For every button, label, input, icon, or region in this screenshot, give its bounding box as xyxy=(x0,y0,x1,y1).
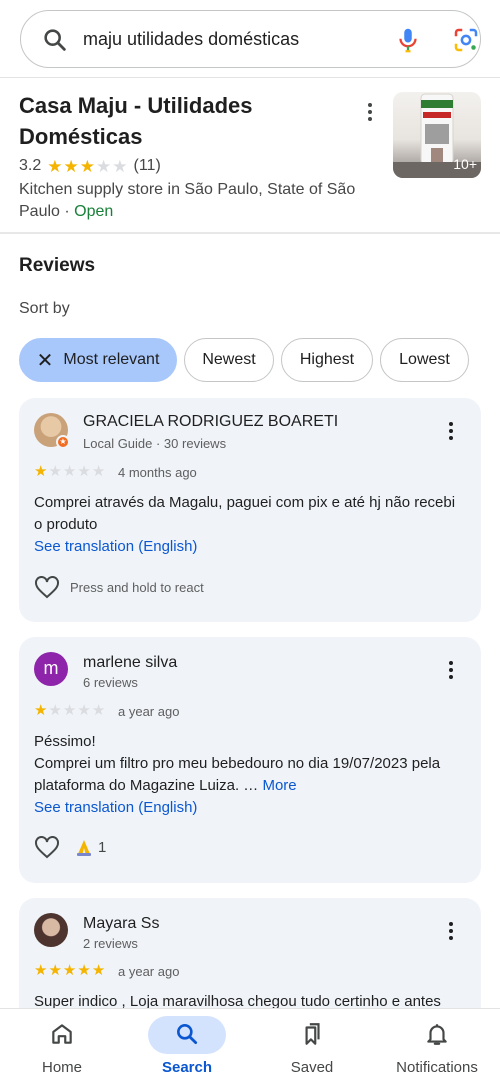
star-filled-icon: ★ xyxy=(79,156,95,176)
chip-label: Highest xyxy=(299,351,355,368)
star-empty-icon: ★ xyxy=(77,702,91,719)
review-text: Comprei através da Magalu, paguei com pi… xyxy=(34,492,469,558)
more-options-icon[interactable] xyxy=(360,100,380,124)
business-photo[interactable]: 10+ xyxy=(393,92,481,178)
chip-label: Lowest xyxy=(399,351,450,368)
reviewer-subtitle: 2 reviews xyxy=(83,936,138,951)
search-input[interactable]: maju utilidades domésticas xyxy=(83,29,299,50)
review-line: o produto xyxy=(34,516,98,533)
bookmarks-icon xyxy=(305,1023,320,1045)
chip-highest[interactable]: Highest xyxy=(281,338,373,382)
star-filled-icon: ★ xyxy=(34,962,48,979)
nav-label: Saved xyxy=(290,1059,334,1076)
more-options-icon[interactable] xyxy=(443,658,459,682)
review-line: plataforma do Magazine Luiza. … xyxy=(34,777,263,794)
star-filled-icon: ★ xyxy=(91,962,106,979)
review-line: Péssimo! xyxy=(34,733,96,750)
star-empty-icon: ★ xyxy=(91,702,106,719)
business-name: Casa Maju - Utilidades Domésticas xyxy=(19,93,253,149)
star-filled-icon: ★ xyxy=(62,962,77,979)
search-icon xyxy=(177,1024,198,1045)
star-filled-icon: ★ xyxy=(77,962,91,979)
bell-icon xyxy=(427,1024,447,1045)
review-time: a year ago xyxy=(118,704,180,719)
avatar[interactable]: m xyxy=(34,652,68,686)
reviews-heading: Reviews xyxy=(19,255,96,276)
star-empty-icon: ★ xyxy=(112,156,128,176)
reaction-count: 1 xyxy=(98,839,107,856)
star-empty-icon: ★ xyxy=(62,702,77,719)
folded-hands-icon[interactable] xyxy=(74,838,94,858)
nav-search[interactable]: Search xyxy=(137,1009,237,1078)
star-empty-icon: ★ xyxy=(62,463,77,480)
react-hint: Press and hold to react xyxy=(70,580,204,595)
rating-row[interactable]: 3.2 ★ ★ ★ ★ ★ (11) xyxy=(19,157,161,175)
star-empty-icon: ★ xyxy=(48,463,62,480)
nav-saved[interactable]: Saved xyxy=(262,1009,362,1078)
chip-label: Newest xyxy=(202,351,256,368)
photo-count: 10+ xyxy=(453,156,477,172)
reviewer-subtitle: Local Guide · 30 reviews xyxy=(83,436,227,451)
google-lens-icon[interactable] xyxy=(451,25,481,55)
chip-most-relevant[interactable]: ✕ Most relevant xyxy=(19,338,177,382)
star-empty-icon: ★ xyxy=(91,463,106,480)
more-options-icon[interactable] xyxy=(443,419,459,443)
reviewer-name[interactable]: Mayara Ss xyxy=(83,915,159,933)
microphone-icon[interactable] xyxy=(393,25,423,55)
star-filled-icon: ★ xyxy=(34,463,48,480)
see-translation-link[interactable]: See translation (English) xyxy=(34,536,469,558)
nav-label: Notifications xyxy=(396,1059,478,1076)
review-line: Comprei um filtro pro meu bebedouro no d… xyxy=(34,755,441,772)
nav-label: Search xyxy=(161,1059,213,1076)
close-icon: ✕ xyxy=(36,349,54,372)
more-link[interactable]: More xyxy=(262,777,296,794)
review-time: a year ago xyxy=(118,964,180,979)
review-count: (11) xyxy=(133,157,161,174)
nav-label: Home xyxy=(41,1059,82,1076)
divider xyxy=(0,232,500,234)
review-card: ★ GRACIELA RODRIGUEZ BOARETI Local Guide… xyxy=(19,398,481,622)
reviewer-name[interactable]: marlene silva xyxy=(83,654,177,672)
star-empty-icon: ★ xyxy=(96,156,112,176)
chip-newest[interactable]: Newest xyxy=(184,338,274,382)
review-stars: ★ ★ ★ ★ ★ xyxy=(34,963,105,978)
chip-label: Most relevant xyxy=(63,351,160,368)
business-category: Kitchen supply store in São Paulo, State… xyxy=(19,179,359,223)
star-empty-icon: ★ xyxy=(48,702,62,719)
rating-stars: ★ ★ ★ ★ ★ xyxy=(47,158,127,175)
divider xyxy=(0,77,500,78)
open-status: Open xyxy=(74,203,114,220)
review-card: m marlene silva 6 reviews ★ ★ ★ ★ ★ a year a… xyxy=(19,637,481,883)
review-time: 4 months ago xyxy=(118,465,197,480)
review-line: Comprei através da Magalu, paguei com pi… xyxy=(34,494,456,511)
more-options-icon[interactable] xyxy=(443,919,459,943)
star-empty-icon: ★ xyxy=(77,463,91,480)
review-text: Péssimo! Comprei um filtro pro meu bebed… xyxy=(34,731,469,819)
star-filled-icon: ★ xyxy=(48,962,62,979)
chip-lowest[interactable]: Lowest xyxy=(380,338,469,382)
rating-value: 3.2 xyxy=(19,157,42,174)
avatar[interactable] xyxy=(34,913,68,947)
home-icon xyxy=(52,1024,72,1044)
review-stars: ★ ★ ★ ★ ★ xyxy=(34,464,105,479)
bottom-navigation: Home Search Saved Notifications xyxy=(0,1008,500,1078)
see-translation-link[interactable]: See translation (English) xyxy=(34,797,469,819)
review-stars: ★ ★ ★ ★ ★ xyxy=(34,703,105,718)
star-filled-icon: ★ xyxy=(63,156,79,176)
star-filled-icon: ★ xyxy=(34,702,48,719)
reviewer-subtitle: 6 reviews xyxy=(83,675,138,690)
sort-by-label: Sort by xyxy=(19,300,70,317)
heart-icon[interactable] xyxy=(34,576,60,600)
local-guide-badge-icon: ★ xyxy=(56,435,70,449)
search-bar[interactable]: maju utilidades domésticas xyxy=(20,10,481,68)
nav-home[interactable]: Home xyxy=(12,1009,112,1078)
star-filled-icon: ★ xyxy=(47,156,63,176)
search-icon xyxy=(44,29,66,51)
heart-icon[interactable] xyxy=(34,836,60,860)
nav-notifications[interactable]: Notifications xyxy=(382,1009,492,1078)
separator: · xyxy=(59,203,75,220)
reviewer-name[interactable]: GRACIELA RODRIGUEZ BOARETI xyxy=(83,413,338,431)
